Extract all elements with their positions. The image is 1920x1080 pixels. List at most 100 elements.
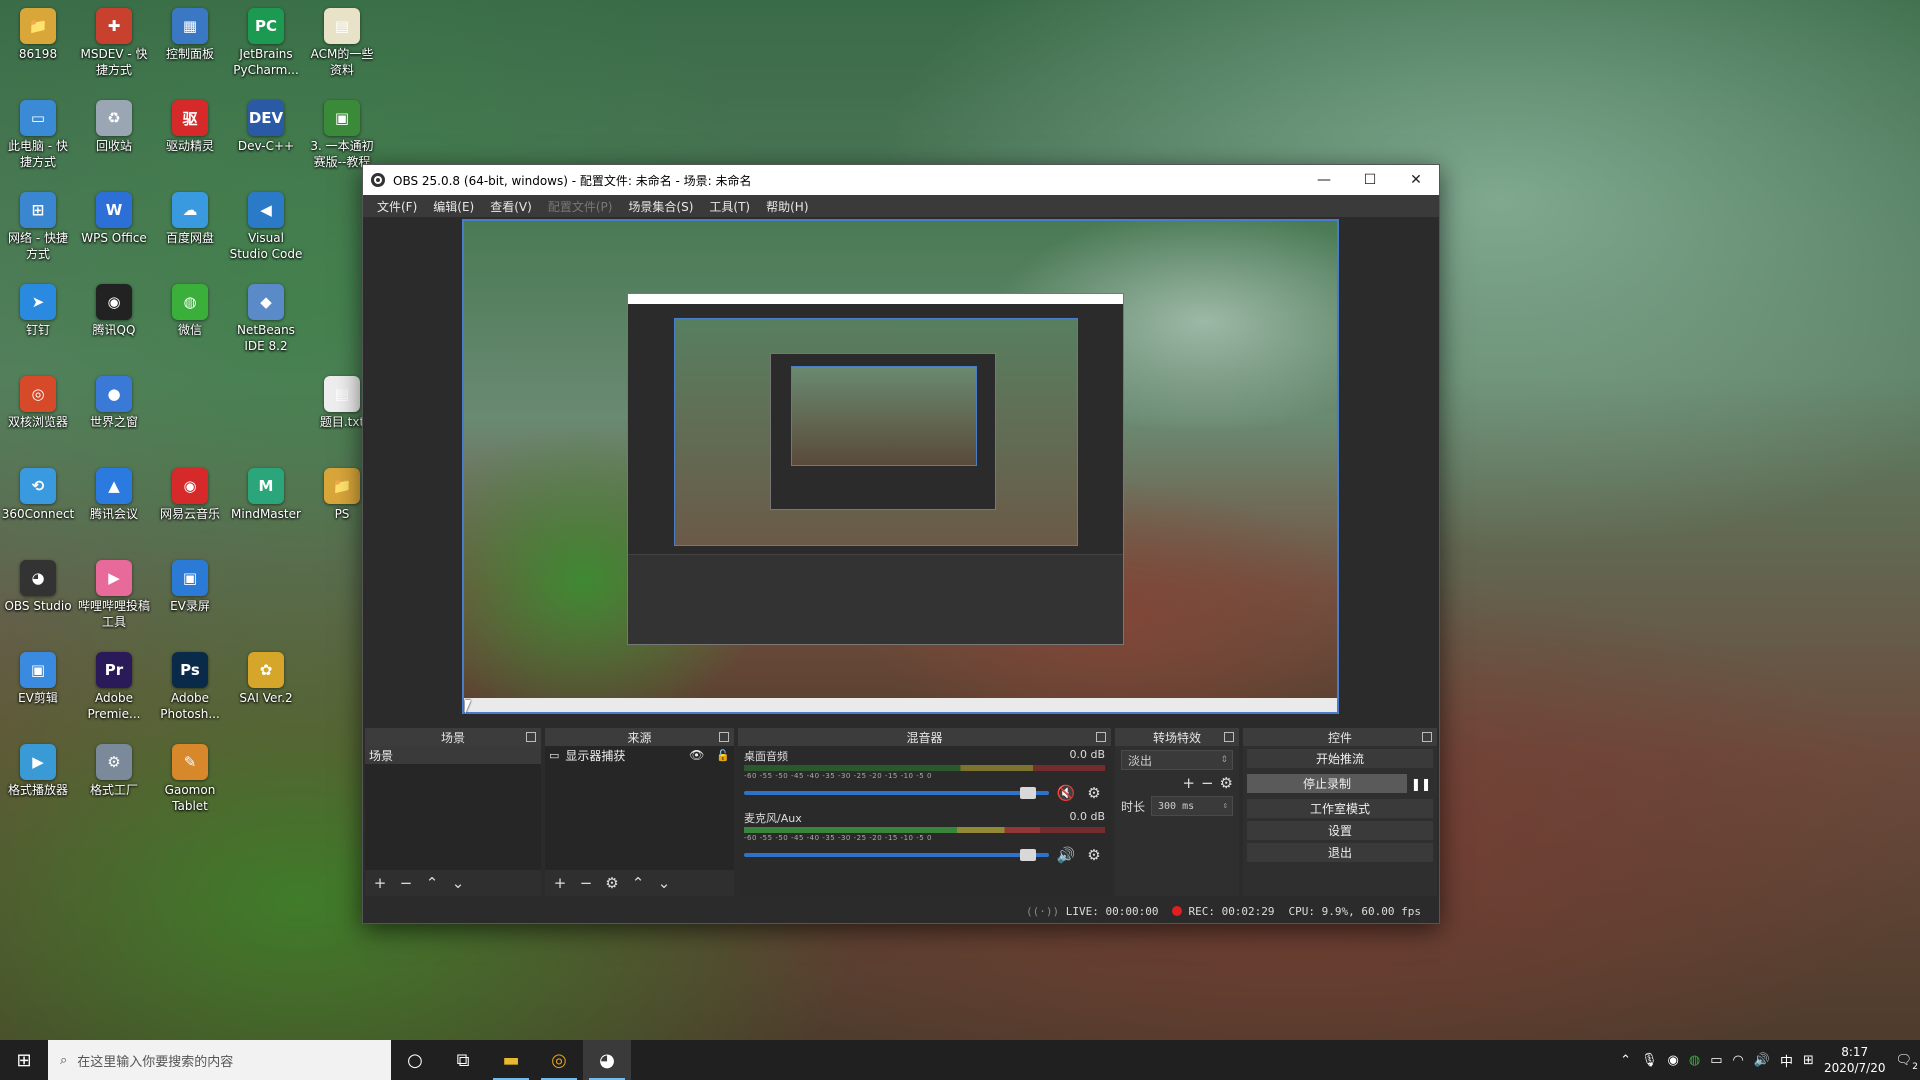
obs-titlebar[interactable]: OBS 25.0.8 (64-bit, windows) - 配置文件: 未命名… <box>363 165 1439 195</box>
desktop-icon[interactable]: ▣ EV剪辑 <box>0 652 76 706</box>
desktop-icon[interactable]: ♻ 回收站 <box>76 100 152 154</box>
move-up-button[interactable]: ⌃ <box>627 872 649 894</box>
exit-button[interactable]: 退出 <box>1247 843 1433 862</box>
desktop-icon[interactable]: ▭ 此电脑 - 快 捷方式 <box>0 100 76 170</box>
desktop-icon[interactable]: 📁 86198 <box>0 8 76 62</box>
volume-slider-thumb[interactable] <box>1019 787 1036 799</box>
settings-button[interactable]: 设置 <box>1247 821 1433 840</box>
wifi-icon[interactable]: ◠ <box>1733 1053 1744 1068</box>
desktop-icon[interactable]: ◉ 网易云音乐 <box>152 468 228 522</box>
desktop-icon[interactable]: ◀ Visual Studio Code <box>228 192 304 262</box>
obs-taskbar-icon[interactable]: ◕ <box>583 1040 631 1080</box>
task-view-icon[interactable]: ⧉ <box>439 1040 487 1080</box>
chrome-icon[interactable]: ◎ <box>535 1040 583 1080</box>
eye-icon[interactable]: 👁 <box>689 748 704 762</box>
wechat-tray-icon[interactable]: ◍ <box>1689 1053 1700 1068</box>
undock-icon[interactable] <box>719 732 729 742</box>
desktop-icon[interactable]: Ps Adobe Photosh... <box>152 652 228 722</box>
qq-tray-icon[interactable]: ◉ <box>1668 1053 1679 1068</box>
desktop-icon[interactable]: ● 世界之窗 <box>76 376 152 430</box>
undock-icon[interactable] <box>1224 732 1234 742</box>
stop-recording-button[interactable]: 停止录制 <box>1247 774 1407 793</box>
desktop-icon[interactable]: ▲ 腾讯会议 <box>76 468 152 522</box>
desktop-icon[interactable]: Pr Adobe Premie... <box>76 652 152 722</box>
desktop-icon[interactable]: ◕ OBS Studio <box>0 560 76 614</box>
muted-speaker-icon[interactable]: 🔇 <box>1055 784 1077 802</box>
cortana-icon[interactable]: ○ <box>391 1040 439 1080</box>
remove-scene-button[interactable]: − <box>395 872 417 894</box>
undock-icon[interactable] <box>1096 732 1106 742</box>
battery-icon[interactable]: ▭ <box>1710 1053 1722 1068</box>
source-settings-icon[interactable]: ⚙ <box>601 872 623 894</box>
ime-indicator[interactable]: 中 <box>1780 1051 1793 1070</box>
desktop-icon[interactable]: ◆ NetBeans IDE 8.2 <box>228 284 304 354</box>
transition-select[interactable]: 淡出 ⇕ <box>1121 750 1233 770</box>
clock[interactable]: 8:17 2020/7/20 <box>1824 1044 1886 1076</box>
gear-icon[interactable]: ⚙ <box>1083 846 1105 864</box>
gear-icon[interactable]: ⚙ <box>1083 784 1105 802</box>
menu-file[interactable]: 文件(F) <box>369 198 425 215</box>
undock-icon[interactable] <box>526 732 536 742</box>
move-down-button[interactable]: ⌄ <box>447 872 469 894</box>
speaker-icon[interactable]: 🔊 <box>1055 846 1077 864</box>
menu-edit[interactable]: 编辑(E) <box>425 198 482 215</box>
undock-icon[interactable] <box>1422 732 1432 742</box>
desktop-icon[interactable]: ▶ 格式播放器 <box>0 744 76 798</box>
desktop-icon[interactable]: W WPS Office <box>76 192 152 246</box>
desktop-icon[interactable]: ▦ 控制面板 <box>152 8 228 62</box>
source-item[interactable]: ▭ 显示器捕获 👁 🔓 <box>545 746 734 764</box>
menu-tools[interactable]: 工具(T) <box>701 198 758 215</box>
desktop-icon[interactable]: ▣ EV录屏 <box>152 560 228 614</box>
desktop-icon[interactable]: ▶ 哔哩哔哩投稿 工具 <box>76 560 152 630</box>
volume-slider-thumb[interactable] <box>1019 849 1036 861</box>
volume-slider[interactable] <box>744 849 1049 861</box>
menu-help[interactable]: 帮助(H) <box>758 198 816 215</box>
desktop-icon[interactable]: PC JetBrains PyCharm... <box>228 8 304 78</box>
desktop-icon[interactable]: ▤ ACM的一些 资料 <box>304 8 380 78</box>
lock-icon[interactable]: 🔓 <box>716 749 730 762</box>
desktop-icon[interactable]: DEV Dev-C++ <box>228 100 304 154</box>
move-up-button[interactable]: ⌃ <box>421 872 443 894</box>
volume-icon[interactable]: 🔊 <box>1754 1053 1770 1068</box>
file-explorer-icon[interactable]: ▬ <box>487 1040 535 1080</box>
desktop-icon[interactable]: ⚙ 格式工厂 <box>76 744 152 798</box>
microphone-icon[interactable]: 🎙 <box>1641 1053 1658 1068</box>
windows-start-icon[interactable]: ⊞ <box>0 1040 48 1080</box>
menu-profile[interactable]: 配置文件(P) <box>540 198 621 215</box>
menu-view[interactable]: 查看(V) <box>482 198 540 215</box>
desktop-icon[interactable]: 驱驱动精灵 <box>152 100 228 154</box>
desktop-icon[interactable]: ✎ Gaomon Tablet <box>152 744 228 814</box>
volume-slider[interactable] <box>744 787 1049 799</box>
desktop-icon[interactable]: ✚ MSDEV - 快 捷方式 <box>76 8 152 78</box>
move-down-button[interactable]: ⌄ <box>653 872 675 894</box>
desktop-icon[interactable]: ✿ SAI Ver.2 <box>228 652 304 706</box>
notification-icon[interactable]: 🗨 2 <box>1895 1053 1918 1072</box>
remove-transition-button[interactable]: − <box>1201 774 1214 792</box>
minimize-button[interactable]: — <box>1301 165 1347 195</box>
desktop-icon[interactable]: ◉ 腾讯QQ <box>76 284 152 338</box>
desktop-icon[interactable]: ☁ 百度网盘 <box>152 192 228 246</box>
add-source-button[interactable]: + <box>549 872 571 894</box>
close-button[interactable]: ✕ <box>1393 165 1439 195</box>
keyboard-layout-icon[interactable]: ⊞ <box>1803 1053 1814 1068</box>
scene-item[interactable]: 场景 <box>365 746 541 764</box>
remove-source-button[interactable]: − <box>575 872 597 894</box>
start-streaming-button[interactable]: 开始推流 <box>1247 749 1433 768</box>
preview-canvas[interactable] <box>462 219 1339 714</box>
pause-icon[interactable]: ❚❚ <box>1411 777 1431 791</box>
add-scene-button[interactable]: + <box>369 872 391 894</box>
transition-settings-icon[interactable]: ⚙ <box>1220 774 1233 792</box>
search-box[interactable]: ⌕ 在这里输入你要搜索的内容 <box>48 1040 391 1080</box>
maximize-button[interactable]: ☐ <box>1347 165 1393 195</box>
menu-scene-collection[interactable]: 场景集合(S) <box>620 198 701 215</box>
studio-mode-button[interactable]: 工作室模式 <box>1247 799 1433 818</box>
desktop-icon[interactable]: M MindMaster <box>228 468 304 522</box>
chevron-up-icon[interactable]: ⌃ <box>1620 1053 1631 1068</box>
desktop-icon[interactable]: ➤ 钉钉 <box>0 284 76 338</box>
add-transition-button[interactable]: + <box>1182 774 1195 792</box>
duration-spinbox[interactable]: 300 ms ⇕ <box>1151 796 1233 816</box>
desktop-icon[interactable]: ▣ 3. 一本通初 赛版--教程 <box>304 100 380 170</box>
desktop-icon[interactable]: ⟲ 360Connect <box>0 468 76 522</box>
desktop-icon[interactable]: ◍ 微信 <box>152 284 228 338</box>
spinner-arrows-icon[interactable]: ⇕ <box>1223 801 1228 811</box>
